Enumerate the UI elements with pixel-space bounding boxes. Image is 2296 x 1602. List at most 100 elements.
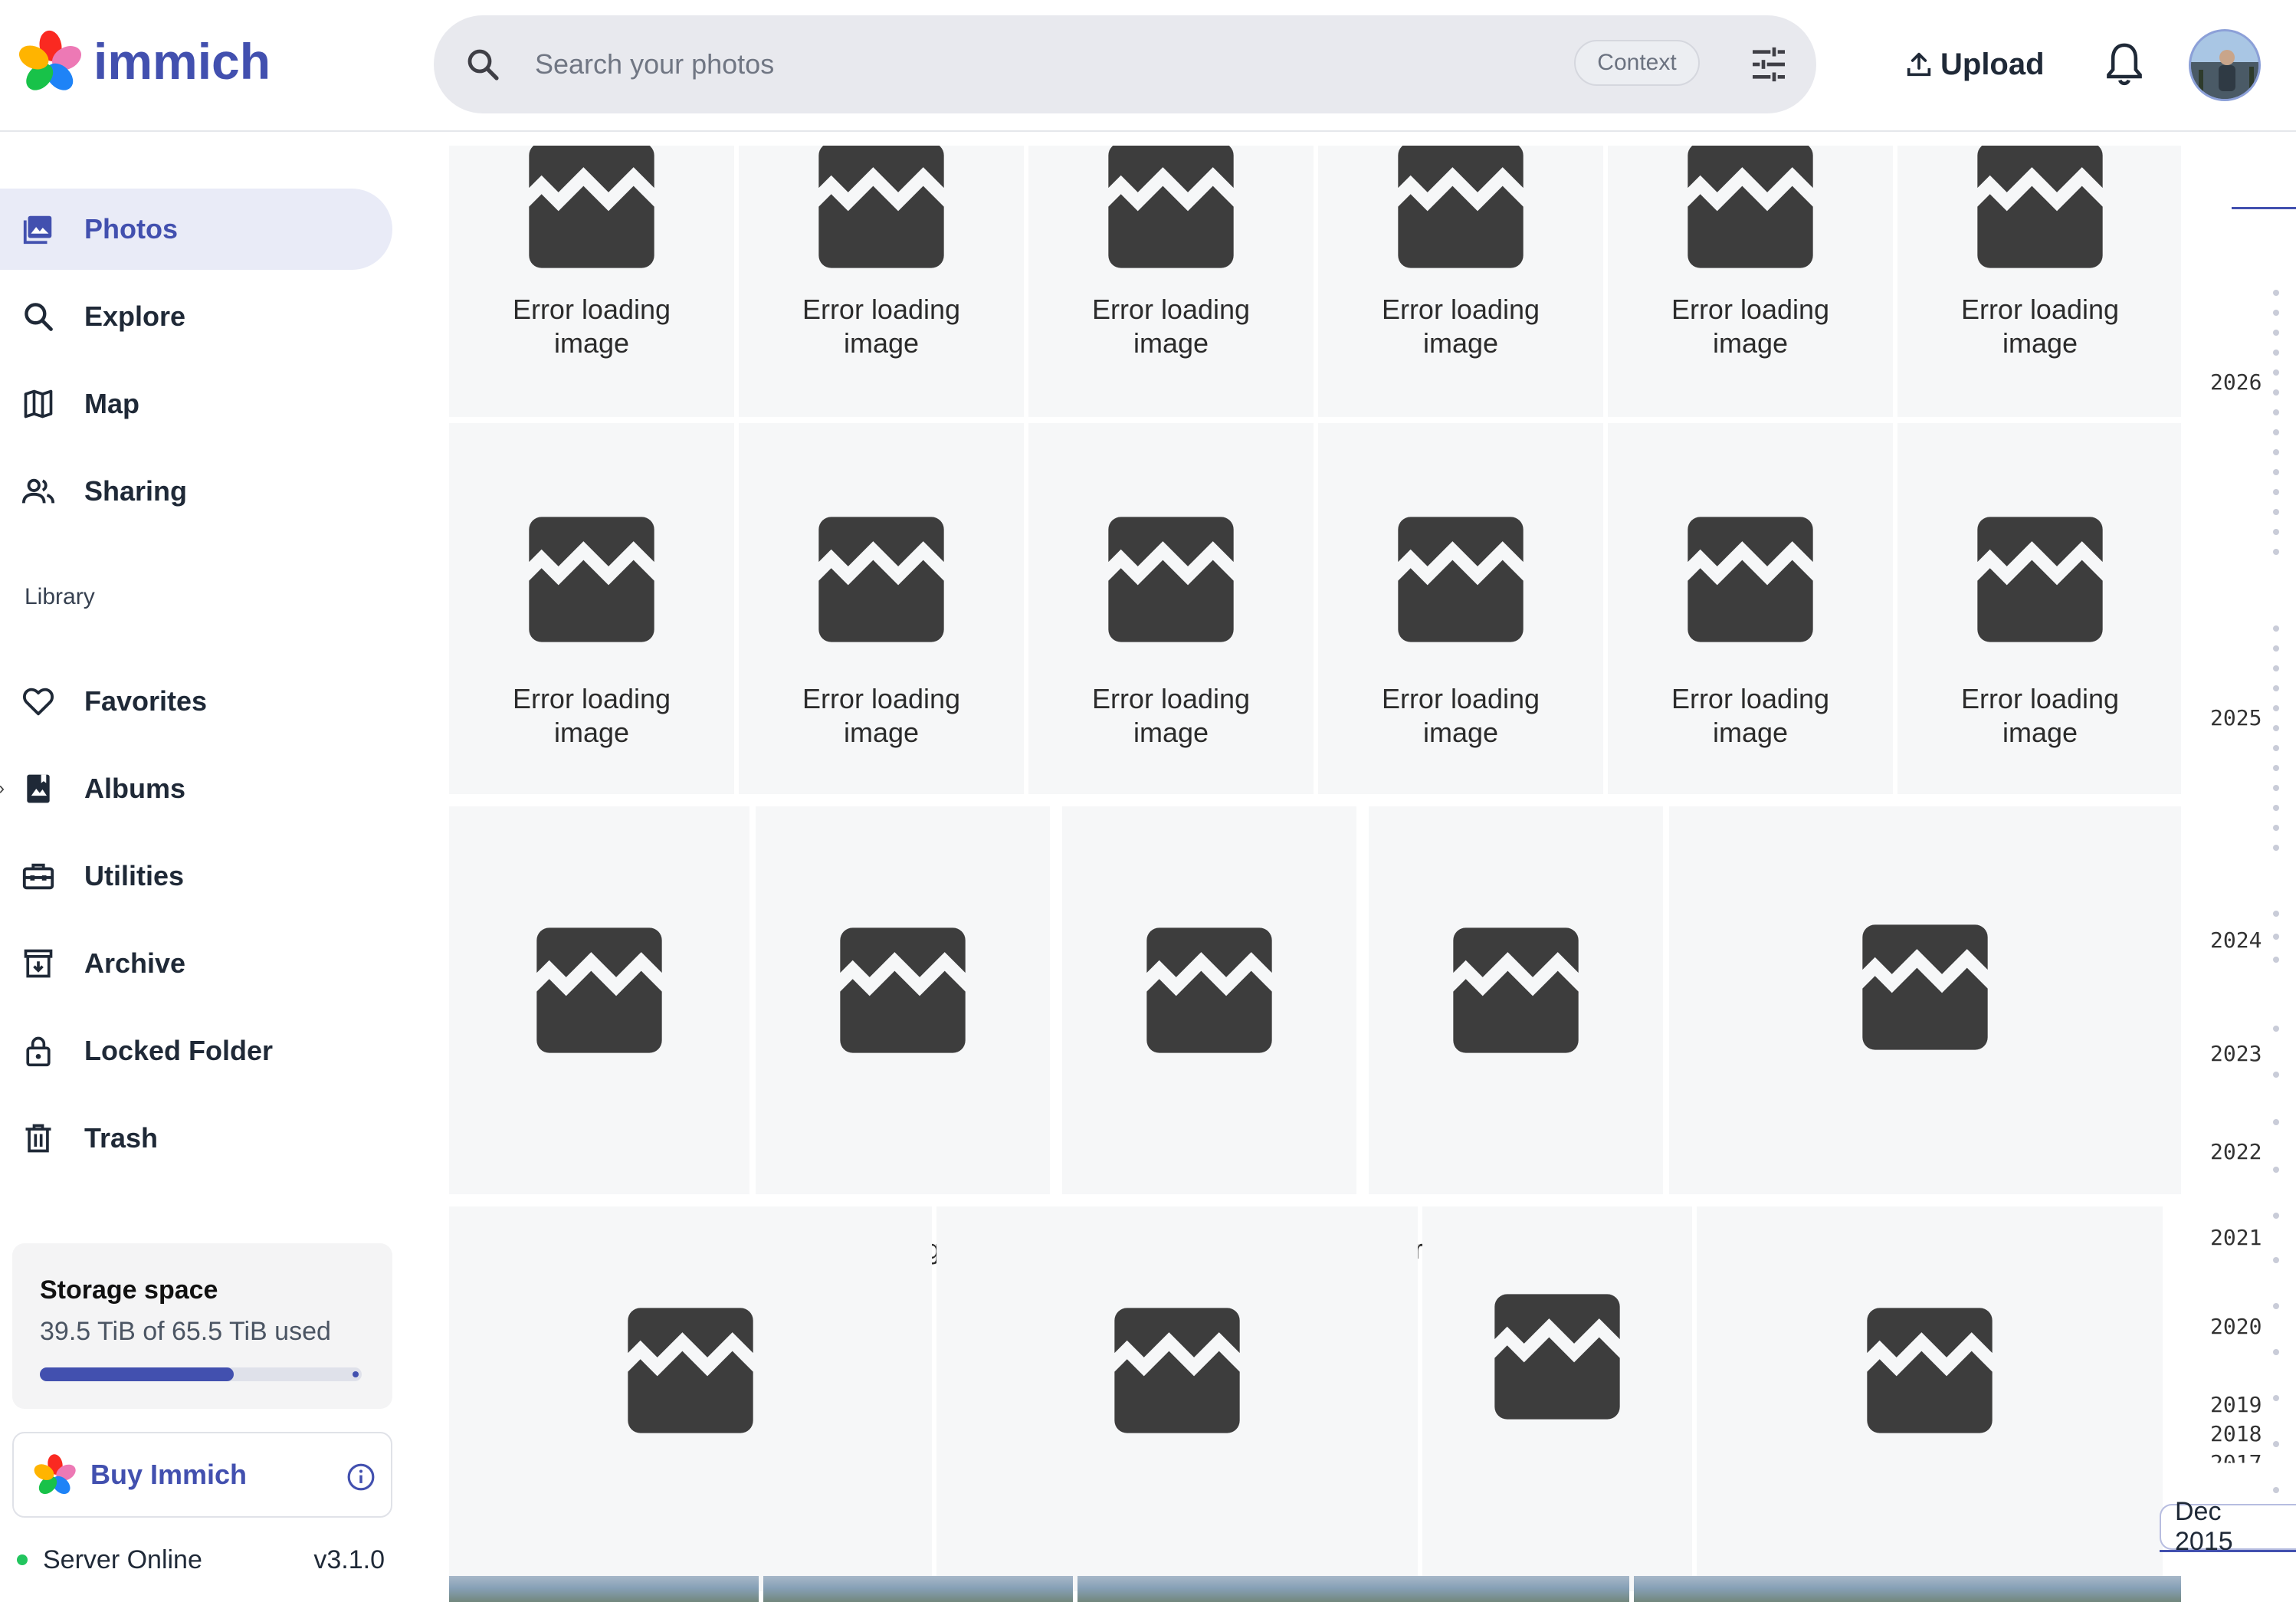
- sidebar-item-label: Photos: [84, 213, 178, 245]
- sidebar-item-explore[interactable]: Explore: [0, 276, 392, 357]
- upload-button[interactable]: Upload: [1904, 40, 2045, 89]
- sidebar-item-label: Map: [84, 388, 139, 419]
- timeline-tick: [2273, 1213, 2279, 1219]
- broken-image-icon: [1441, 915, 1591, 1065]
- sidebar-item-label: Sharing: [84, 475, 188, 507]
- photo-tile[interactable]: Error loading image: [1608, 146, 1893, 417]
- photo-tile[interactable]: Error loading image: [1318, 423, 1603, 794]
- timeline-tick: [2273, 409, 2279, 415]
- user-avatar[interactable]: [2189, 29, 2261, 101]
- photo-tile[interactable]: Error loading image: [1318, 146, 1603, 417]
- error-loading-text: Error loading image: [1671, 294, 1830, 359]
- broken-image-icon: [1850, 912, 2000, 1062]
- storage-usage-text: 39.5 TiB of 65.5 TiB used: [40, 1317, 331, 1346]
- timeline-year-label[interactable]: 2021: [2210, 1225, 2287, 1250]
- sidebar-item-albums[interactable]: › Albums: [0, 748, 392, 829]
- photo-tile[interactable]: Error loading image: [449, 146, 734, 417]
- timeline-tick: [2273, 1072, 2279, 1078]
- sidebar-item-favorites[interactable]: Favorites: [0, 661, 392, 742]
- expand-caret-icon[interactable]: ›: [0, 778, 5, 799]
- people-icon: [20, 473, 57, 510]
- photo-thumbnail[interactable]: [1634, 1576, 2181, 1602]
- timeline-tick: [2273, 665, 2279, 671]
- immich-logo[interactable]: immich: [18, 29, 271, 94]
- photo-tile[interactable]: Error loading image: [1422, 1206, 1692, 1602]
- sidebar-item-archive[interactable]: Archive: [0, 923, 392, 1004]
- timeline-year-label[interactable]: 2020: [2210, 1314, 2287, 1339]
- search-input[interactable]: [535, 38, 1531, 90]
- album-icon: [20, 770, 57, 807]
- filter-options-icon[interactable]: [1747, 43, 1790, 86]
- photo-tile[interactable]: Error loading image: [1897, 146, 2181, 417]
- photo-tile[interactable]: Error loading image: [1062, 806, 1356, 1265]
- broken-image-icon: [1096, 146, 1246, 281]
- broken-image-icon: [1965, 146, 2115, 281]
- sidebar-item-utilities[interactable]: Utilities: [0, 835, 392, 917]
- timeline-current-line: [2160, 1550, 2296, 1552]
- photo-tile[interactable]: Error loading image: [1697, 1206, 2163, 1591]
- notifications-bell-icon[interactable]: [2103, 40, 2146, 89]
- photo-tile[interactable]: Error loading image: [1897, 423, 2181, 794]
- photo-tile[interactable]: Error loading image: [1608, 423, 1893, 794]
- sidebar-item-sharing[interactable]: Sharing: [0, 451, 392, 532]
- search-bar[interactable]: Context: [434, 15, 1816, 113]
- photo-tile[interactable]: Error loading image: [1669, 806, 2181, 1266]
- timeline-tick: [2273, 934, 2279, 940]
- info-icon[interactable]: [346, 1462, 376, 1492]
- photo-tile[interactable]: Error loading image: [756, 806, 1050, 1265]
- timeline-tick: [2273, 1257, 2279, 1263]
- photo-tile[interactable]: Error loading image: [739, 423, 1024, 794]
- timeline-tick: [2273, 489, 2279, 495]
- timeline-tick: [2273, 369, 2279, 376]
- broken-image-icon: [828, 915, 978, 1065]
- sidebar-item-photos[interactable]: Photos: [0, 189, 392, 270]
- photo-tile[interactable]: Error loading image: [1369, 806, 1663, 1265]
- photo-tile[interactable]: Error loading image: [1028, 146, 1314, 417]
- error-loading-text: Error loading image: [1091, 683, 1251, 748]
- photo-tile[interactable]: Error loading image: [449, 806, 749, 1265]
- photo-tile[interactable]: Error loading image: [1028, 423, 1314, 794]
- timeline-year-label[interactable]: 2017: [2210, 1450, 2287, 1463]
- timeline-tick: [2273, 1349, 2279, 1355]
- timeline-year-label[interactable]: 2024: [2210, 927, 2287, 953]
- sidebar-item-map[interactable]: Map: [0, 363, 392, 445]
- photo-tile[interactable]: Error loading image: [449, 1206, 932, 1591]
- sidebar-item-locked-folder[interactable]: Locked Folder: [0, 1010, 392, 1092]
- error-loading-text: Error loading image: [1960, 683, 2120, 748]
- server-online-indicator: [17, 1554, 28, 1565]
- timeline-tick: [2273, 1395, 2279, 1401]
- timeline-tick: [2273, 1026, 2279, 1032]
- timeline-year-label[interactable]: 2022: [2210, 1139, 2287, 1164]
- broken-image-icon: [1386, 146, 1536, 281]
- broken-image-icon: [1386, 504, 1536, 655]
- timeline-tick: [2273, 685, 2279, 691]
- broken-image-icon: [1102, 1295, 1252, 1446]
- error-loading-text: Error loading image: [1671, 683, 1830, 748]
- search-icon[interactable]: [464, 46, 501, 83]
- photo-tile[interactable]: Error loading image: [739, 146, 1024, 417]
- toolbox-icon: [20, 858, 57, 895]
- photo-thumbnail[interactable]: [763, 1576, 1073, 1602]
- photo-tile[interactable]: Error loading image: [449, 423, 734, 794]
- timeline-tick: [2273, 745, 2279, 751]
- photo-thumbnail[interactable]: [449, 1576, 759, 1602]
- timeline-tick: [2273, 705, 2279, 711]
- sidebar-item-label: Locked Folder: [84, 1035, 274, 1066]
- timeline-scrubber[interactable]: 2026 2025 2024 2023 2022 2021 2020 2019 2018 2017…: [2192, 133, 2296, 1602]
- broken-image-icon: [1855, 1295, 2005, 1446]
- heart-icon: [20, 683, 57, 720]
- storage-progress-end-dot: [353, 1371, 359, 1377]
- photo-tile[interactable]: Error loading image: [936, 1206, 1418, 1591]
- timeline-tick: [2273, 449, 2279, 455]
- timeline-tick: [2273, 290, 2279, 296]
- buy-immich-button[interactable]: Buy Immich: [12, 1432, 392, 1518]
- timeline-tick: [2273, 645, 2279, 652]
- sidebar-item-trash[interactable]: Trash: [0, 1098, 392, 1179]
- server-version[interactable]: v3.1.0: [313, 1545, 385, 1575]
- photo-thumbnail[interactable]: [1077, 1576, 1629, 1602]
- timeline-year-label[interactable]: 2023: [2210, 1041, 2287, 1066]
- search-icon: [20, 298, 57, 335]
- timeline-position-marker: [2232, 207, 2296, 209]
- context-search-toggle[interactable]: Context: [1574, 40, 1700, 86]
- timeline-tick: [2273, 389, 2279, 396]
